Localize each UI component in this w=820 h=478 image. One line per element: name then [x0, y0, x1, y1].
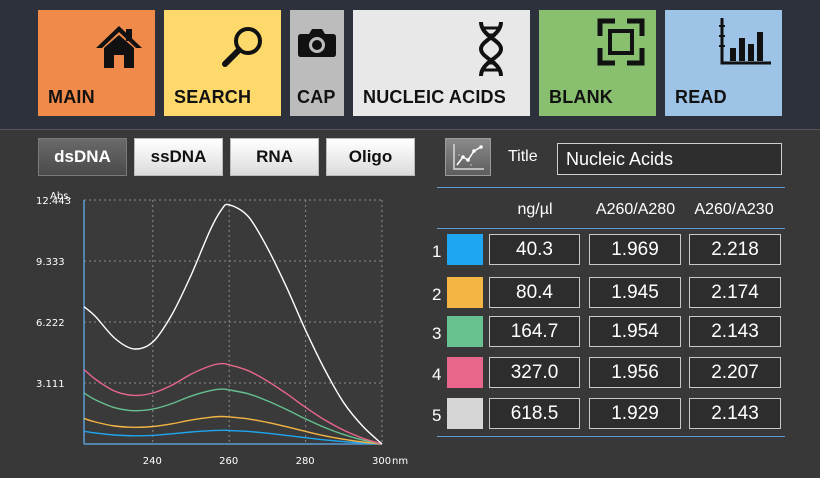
chart-view-button[interactable]: [445, 138, 491, 176]
main-label: MAIN: [48, 87, 95, 107]
tab-rna[interactable]: RNA: [230, 138, 319, 176]
x-axis-unit: nm: [392, 456, 408, 467]
concentration-value: 618.5: [489, 398, 580, 429]
top-nav-bar: MAIN SEARCH CAP NUCLEIC ACIDS BLANK READ: [0, 0, 820, 130]
sample-color-swatch[interactable]: [447, 277, 483, 308]
table-bottom-divider: [437, 436, 785, 437]
read-button[interactable]: READ: [665, 10, 782, 116]
row-number: 5: [432, 406, 442, 425]
nucleic-acids-button[interactable]: NUCLEIC ACIDS: [353, 10, 530, 116]
nucleic-acids-label: NUCLEIC ACIDS: [363, 87, 506, 107]
a260-a280-value: 1.945: [589, 277, 681, 308]
title-label: Title: [508, 148, 538, 165]
tab-oligo[interactable]: Oligo: [326, 138, 415, 176]
a260-a230-value: 2.174: [689, 277, 781, 308]
y-tick-label: 6.222: [36, 318, 65, 329]
y-tick-label: 3.111: [36, 379, 65, 390]
header-concentration: ng/µl: [517, 201, 553, 218]
concentration-value: 80.4: [489, 277, 580, 308]
x-tick-label: 300: [372, 456, 391, 467]
camera-icon: [298, 29, 336, 57]
blank-button[interactable]: BLANK: [539, 10, 656, 116]
search-label: SEARCH: [174, 87, 252, 107]
line-chart-icon: [453, 144, 484, 170]
title-input[interactable]: [557, 143, 782, 175]
header-a260-a230: A260/A230: [694, 201, 774, 218]
plot-area: [84, 200, 382, 444]
row-number: 3: [432, 324, 442, 343]
read-label: READ: [675, 87, 727, 107]
frame-corners-icon: [597, 18, 645, 66]
concentration-value: 40.3: [489, 234, 580, 265]
row-number: 1: [432, 242, 442, 261]
y-axis-label: Abs.: [50, 191, 72, 202]
concentration-value: 164.7: [489, 316, 580, 347]
blank-label: BLANK: [549, 87, 613, 107]
table-top-divider: [437, 187, 785, 188]
header-a260-a280: A260/A280: [595, 201, 676, 218]
a260-a230-value: 2.218: [689, 234, 781, 265]
dna-icon: [478, 21, 504, 77]
cap-button[interactable]: CAP: [290, 10, 344, 116]
sample-color-swatch[interactable]: [447, 357, 483, 388]
x-tick-label: 260: [219, 456, 238, 467]
home-icon: [96, 26, 142, 68]
table-header-divider: [437, 228, 785, 229]
sample-color-swatch[interactable]: [447, 398, 483, 429]
tab-dsdna[interactable]: dsDNA: [38, 138, 127, 176]
sample-color-swatch[interactable]: [447, 234, 483, 265]
a260-a280-value: 1.969: [589, 234, 681, 265]
bar-chart-icon: [719, 18, 771, 65]
magnifier-icon: [222, 27, 262, 67]
y-tick-label: 9.333: [36, 257, 65, 268]
sample-color-swatch[interactable]: [447, 316, 483, 347]
row-number: 2: [432, 285, 442, 304]
cap-label: CAP: [297, 87, 336, 107]
a260-a230-value: 2.143: [689, 398, 781, 429]
row-number: 4: [432, 365, 442, 384]
tab-ssdna[interactable]: ssDNA: [134, 138, 223, 176]
a260-a280-value: 1.929: [589, 398, 681, 429]
concentration-value: 327.0: [489, 357, 580, 388]
main-button[interactable]: MAIN: [38, 10, 155, 116]
a260-a230-value: 2.143: [689, 316, 781, 347]
x-tick-label: 240: [143, 456, 162, 467]
a260-a230-value: 2.207: [689, 357, 781, 388]
x-tick-label: 280: [296, 456, 315, 467]
search-button[interactable]: SEARCH: [164, 10, 281, 116]
a260-a280-value: 1.956: [589, 357, 681, 388]
absorbance-chart: 12.4439.3336.2223.111240 260 280 300Abs.nm: [36, 191, 408, 467]
a260-a280-value: 1.954: [589, 316, 681, 347]
